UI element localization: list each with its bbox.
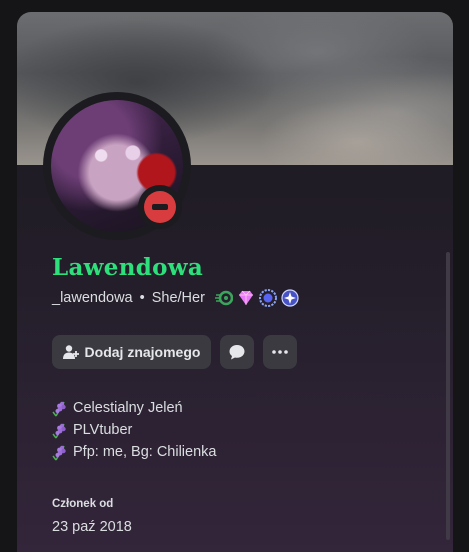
bio: Celestialny Jeleń PLVtuber Pfp: me, Bg: … bbox=[52, 397, 216, 463]
bio-line: Celestialny Jeleń bbox=[52, 397, 216, 419]
member-since-date: 23 paź 2018 bbox=[52, 519, 132, 535]
profile-actions: Dodaj znajomego bbox=[52, 335, 297, 369]
bio-text: Celestialny Jeleń bbox=[73, 400, 183, 416]
username[interactable]: _lawendowa bbox=[52, 290, 133, 306]
nitro-icon[interactable] bbox=[214, 289, 233, 307]
server-boost-icon[interactable] bbox=[237, 289, 255, 307]
lavender-icon bbox=[52, 401, 66, 416]
profile-card: Lawendowa _lawendowa • She/Her Dodaj zna… bbox=[17, 12, 453, 552]
message-icon bbox=[229, 345, 245, 360]
lavender-icon bbox=[52, 445, 66, 460]
more-icon bbox=[272, 350, 288, 354]
message-button[interactable] bbox=[220, 335, 254, 369]
pronouns: She/Her bbox=[151, 290, 205, 306]
bio-line: Pfp: me, Bg: Chilienka bbox=[52, 441, 216, 463]
bio-text: Pfp: me, Bg: Chilienka bbox=[73, 444, 217, 460]
orbs-badge-icon[interactable] bbox=[281, 289, 299, 307]
member-since-label: Członek od bbox=[52, 498, 114, 510]
status-dnd-icon bbox=[138, 185, 182, 229]
quest-badge-icon[interactable] bbox=[258, 289, 277, 307]
badge-list bbox=[214, 289, 299, 307]
bio-line: PLVtuber bbox=[52, 419, 216, 441]
profile-subline: _lawendowa • She/Her bbox=[52, 288, 299, 308]
add-friend-button[interactable]: Dodaj znajomego bbox=[52, 335, 211, 369]
add-friend-icon bbox=[62, 345, 79, 359]
bio-text: PLVtuber bbox=[73, 422, 133, 438]
scrollbar[interactable] bbox=[446, 252, 450, 540]
add-friend-label: Dodaj znajomego bbox=[84, 344, 201, 360]
lavender-icon bbox=[52, 423, 66, 438]
separator: • bbox=[139, 290, 145, 306]
display-name: Lawendowa bbox=[52, 254, 204, 281]
more-options-button[interactable] bbox=[263, 335, 297, 369]
